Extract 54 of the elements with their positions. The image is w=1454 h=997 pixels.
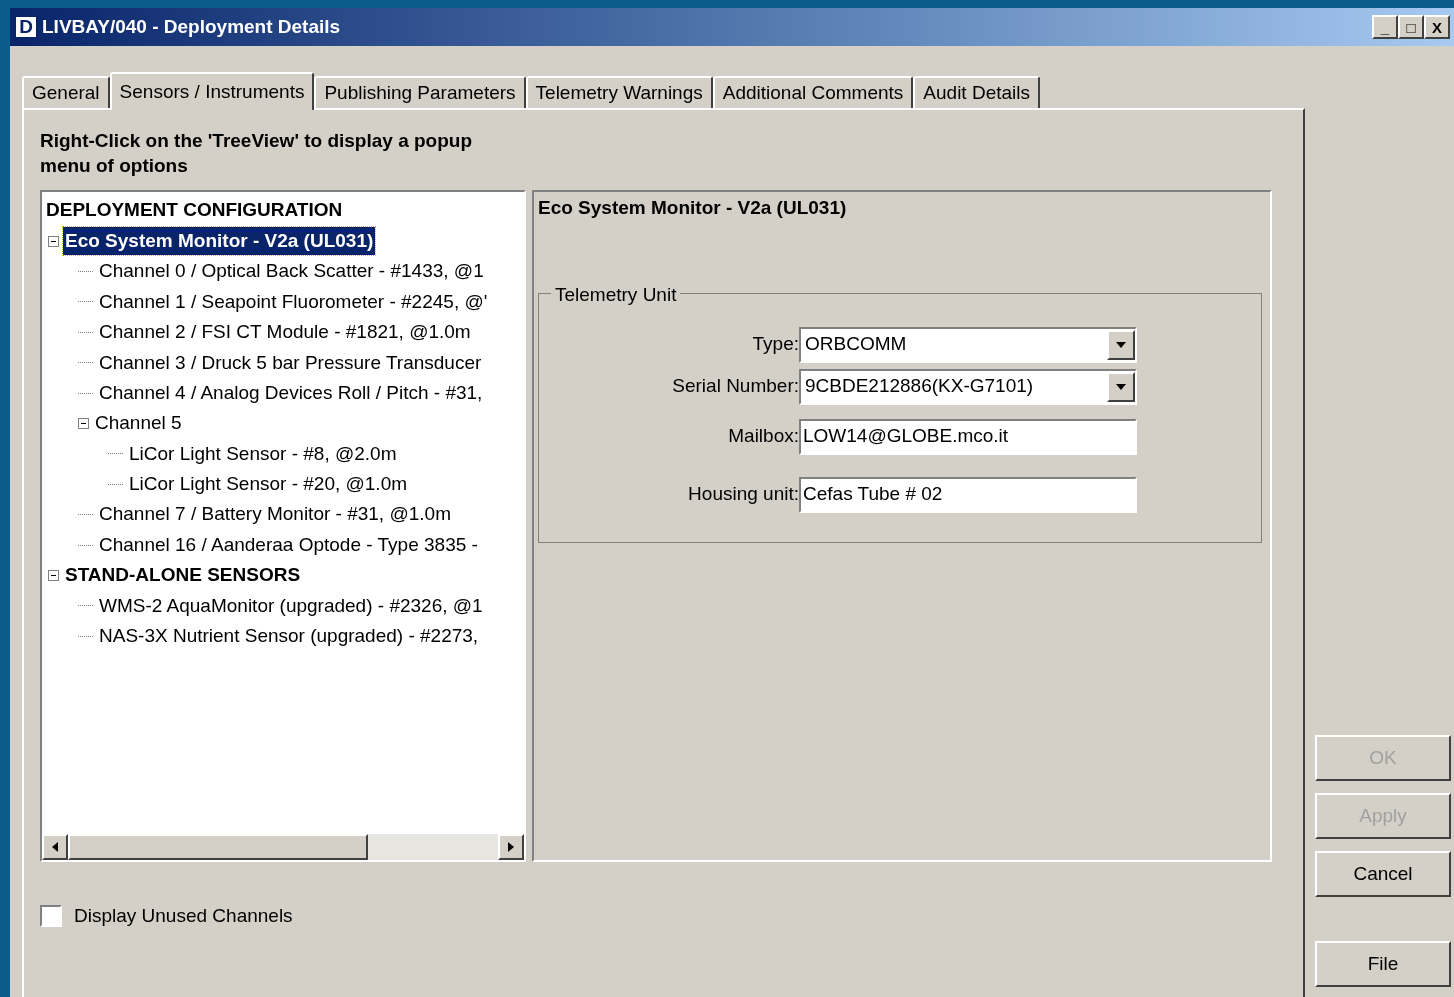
tab[interactable]: Additional Comments: [712, 76, 914, 108]
tree-item[interactable]: Channel 7 / Battery Monitor - #31, @1.0m: [97, 500, 453, 529]
tree-item[interactable]: NAS-3X Nutrient Sensor (upgraded) - #2273,: [97, 622, 481, 651]
tab[interactable]: Audit Details: [913, 76, 1040, 108]
tab[interactable]: Sensors / Instruments: [109, 72, 315, 110]
tree-item[interactable]: Channel 3 / Druck 5 bar Pressure Transducer: [97, 348, 484, 377]
window-control[interactable]: □: [1398, 15, 1424, 39]
tree-item[interactable]: Channel 4 / Analog Devices Roll / Pitch - #31,: [97, 378, 485, 408]
dropdown-button[interactable]: [1107, 371, 1135, 402]
tree-item[interactable]: Channel 1 / Seapoint Fluorometer - #2245, @': [97, 287, 490, 317]
field-label: Serial Number:: [671, 374, 799, 399]
horizontal-scrollbar[interactable]: [42, 834, 524, 860]
hint-text: Right-Click on the 'TreeView' to display a popup menu of options: [40, 129, 474, 178]
tree-item[interactable]: Channel 5: [93, 409, 184, 438]
field-label: Type:: [751, 332, 799, 357]
field-label: Housing unit:: [687, 482, 799, 507]
window-control[interactable]: X: [1424, 15, 1450, 39]
app-icon: D: [14, 15, 38, 39]
tree-item[interactable]: STAND-ALONE SENSORS: [63, 561, 303, 590]
checkbox-label: Display Unused Channels: [74, 904, 293, 928]
tree-item[interactable]: Channel 16 / Aanderaa Optode - Type 3835 -: [97, 530, 480, 560]
down-arrow-icon: [1116, 341, 1126, 348]
left-arrow-icon: [52, 842, 58, 852]
tree-item[interactable]: Channel 2 / FSI CT Module - #1821, @1.0m: [97, 318, 473, 347]
scroll-left-button[interactable]: [42, 834, 68, 860]
tree-item[interactable]: WMS-2 AquaMonitor (upgraded) - #2326, @1: [97, 591, 485, 621]
dropdown[interactable]: ORBCOMM: [799, 326, 1137, 363]
input-field[interactable]: Cefas Tube # 02: [799, 476, 1137, 513]
tab[interactable]: General: [22, 76, 110, 108]
collapse-icon[interactable]: [48, 235, 59, 247]
collapse-icon[interactable]: [48, 570, 59, 581]
window-title: LIVBAY/040 - Deployment Details: [42, 14, 342, 39]
tree-item[interactable]: LiCor Light Sensor - #8, @2.0m: [127, 439, 399, 469]
input-field[interactable]: LOW14@GLOBE.mco.it: [799, 418, 1137, 455]
collapse-icon[interactable]: [78, 418, 89, 430]
tab[interactable]: Publishing Parameters: [314, 76, 526, 108]
dialog-button[interactable]: Cancel: [1315, 851, 1451, 897]
checkbox[interactable]: [40, 905, 62, 928]
dropdown-button[interactable]: [1107, 329, 1135, 360]
tree-item[interactable]: Eco System Monitor - V2a (UL031): [63, 226, 376, 256]
window-control[interactable]: _: [1372, 15, 1398, 39]
scroll-right-button[interactable]: [498, 834, 524, 860]
tree-view[interactable]: [40, 190, 526, 862]
field-label: Mailbox:: [727, 424, 799, 449]
right-arrow-icon: [508, 842, 514, 852]
tree-heading: DEPLOYMENT CONFIGURATION: [45, 198, 344, 222]
dropdown[interactable]: 9CBDE212886(KX-G7101): [799, 368, 1137, 405]
scroll-thumb[interactable]: [68, 834, 368, 860]
tree-item[interactable]: LiCor Light Sensor - #20, @1.0m: [127, 470, 410, 499]
tab[interactable]: Telemetry Warnings: [525, 76, 713, 108]
tree-item[interactable]: Channel 0 / Optical Back Scatter - #1433, @1: [97, 257, 486, 286]
detail-title: Eco System Monitor - V2a (UL031): [538, 196, 848, 220]
dialog-button[interactable]: File: [1315, 941, 1451, 987]
down-arrow-icon: [1116, 383, 1126, 390]
